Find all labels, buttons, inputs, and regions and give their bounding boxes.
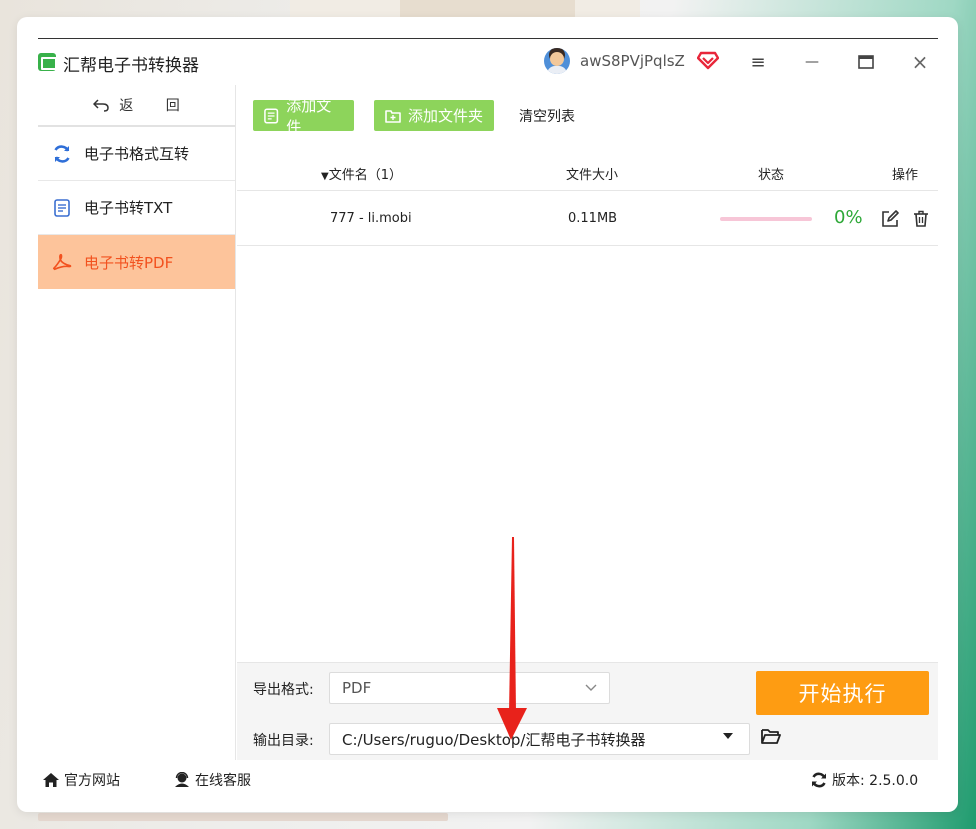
folder-open-icon[interactable] xyxy=(761,727,781,745)
username[interactable]: awS8PVjPqlsZ xyxy=(580,52,685,70)
file-size: 0.11MB xyxy=(568,211,618,226)
app-title: 汇帮电子书转换器 xyxy=(63,56,199,76)
background-decoration xyxy=(38,813,448,821)
app-logo-icon xyxy=(38,53,57,71)
refresh-icon xyxy=(812,772,826,788)
app-window: 汇帮电子书转换器 awS8PVjPqlsZ ≡ — × 返 回 电子书格式互转 … xyxy=(17,17,958,812)
sidebar-item-label: 电子书转TXT xyxy=(84,199,173,217)
table-row[interactable]: 777 - li.mobi 0.11MB 0% xyxy=(237,192,938,246)
edit-icon[interactable] xyxy=(880,209,900,229)
output-dir-select[interactable]: C:/Users/ruguo/Desktop/汇帮电子书转换器 xyxy=(329,723,750,755)
add-file-label: 添加文件 xyxy=(286,96,332,136)
maximize-button[interactable] xyxy=(849,47,883,77)
file-name: 777 - li.mobi xyxy=(330,211,412,226)
column-header-actions: 操作 xyxy=(892,168,919,183)
format-value: PDF xyxy=(342,679,372,697)
sidebar-item-label: 电子书转PDF xyxy=(84,253,174,272)
chevron-down-icon xyxy=(585,681,597,695)
online-support-link[interactable]: 在线客服 xyxy=(173,770,251,790)
status-bar: 官方网站 在线客服 版本: 2.5.0.0 xyxy=(38,760,938,798)
sidebar-item-label: 电子书格式互转 xyxy=(84,145,190,163)
file-table-header: ▼文件名（1） 文件大小 状态 操作 xyxy=(237,153,938,191)
sidebar-item-to-txt[interactable]: 电子书转TXT xyxy=(38,181,235,235)
progress-percent: 0% xyxy=(834,207,863,228)
output-dir-value: C:/Users/ruguo/Desktop/汇帮电子书转换器 xyxy=(342,730,646,749)
minimize-button[interactable]: — xyxy=(795,47,829,77)
back-button[interactable]: 返 回 xyxy=(38,85,235,127)
add-folder-label: 添加文件夹 xyxy=(408,107,484,125)
title-bar: 汇帮电子书转换器 awS8PVjPqlsZ ≡ — × xyxy=(17,39,958,85)
main-content: 添加文件 添加文件夹 清空列表 ▼文件名（1） 文件大小 状态 操作 777 -… xyxy=(237,85,938,760)
start-button[interactable]: 开始执行 xyxy=(756,671,929,715)
add-folder-icon xyxy=(385,109,401,123)
version-info[interactable]: 版本: 2.5.0.0 xyxy=(810,770,918,790)
output-settings-panel: 导出格式: PDF 输出目录: C:/Users/ruguo/Desktop/汇… xyxy=(237,662,938,760)
caret-down-icon xyxy=(723,733,733,739)
back-label: 返 回 xyxy=(119,98,194,114)
close-button[interactable]: × xyxy=(903,47,937,77)
vip-diamond-icon[interactable] xyxy=(697,50,719,70)
sidebar-item-to-pdf[interactable]: 电子书转PDF xyxy=(38,235,235,289)
add-file-icon xyxy=(264,108,279,123)
toolbar: 添加文件 添加文件夹 清空列表 xyxy=(237,85,938,143)
support-agent-icon xyxy=(175,772,189,787)
sort-down-icon: ▼ xyxy=(321,171,329,182)
format-label: 导出格式: xyxy=(253,682,314,698)
sidebar: 返 回 电子书格式互转 电子书转TXT 电子书转PDF xyxy=(38,85,236,760)
column-header-size: 文件大小 xyxy=(566,168,619,183)
delete-icon[interactable] xyxy=(911,209,931,229)
add-file-button[interactable]: 添加文件 xyxy=(253,97,354,136)
progress-bar xyxy=(720,217,812,221)
back-arrow-icon xyxy=(93,99,110,112)
home-icon xyxy=(43,773,59,787)
maximize-icon xyxy=(858,55,874,69)
menu-icon[interactable]: ≡ xyxy=(741,47,775,77)
column-header-status: 状态 xyxy=(758,168,785,183)
user-avatar[interactable] xyxy=(544,48,570,74)
output-dir-label: 输出目录: xyxy=(253,733,314,749)
official-website-link[interactable]: 官方网站 xyxy=(42,770,120,790)
clear-list-button[interactable]: 清空列表 xyxy=(519,106,575,126)
refresh-icon xyxy=(52,144,72,164)
sidebar-item-format-convert[interactable]: 电子书格式互转 xyxy=(38,127,235,181)
column-header-name[interactable]: ▼文件名（1） xyxy=(321,164,402,183)
format-select[interactable]: PDF xyxy=(329,672,610,704)
add-folder-button[interactable]: 添加文件夹 xyxy=(374,100,494,131)
pdf-icon xyxy=(52,252,72,272)
document-icon xyxy=(52,198,72,218)
